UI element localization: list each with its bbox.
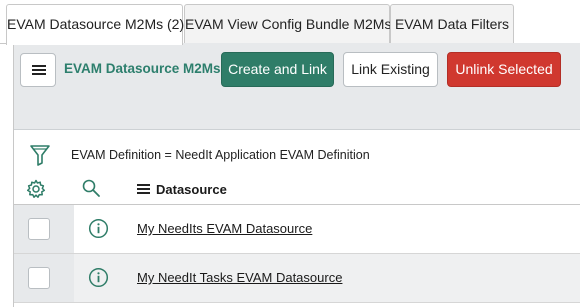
column-menu-icon[interactable] [137,184,151,196]
link-existing-button[interactable]: Link Existing [343,52,438,87]
search-icon[interactable] [81,178,101,198]
unlink-selected-button[interactable]: Unlink Selected [447,52,561,87]
datasource-link[interactable]: My NeedIts EVAM Datasource [137,221,312,236]
tab-evam-datasource-m2ms[interactable]: EVAM Datasource M2Ms (2) [6,4,184,45]
tab-evam-data-filters[interactable]: EVAM Data Filters [390,4,514,44]
hamburger-icon-bar [32,69,46,71]
list-title[interactable]: EVAM Datasource M2Ms [64,61,221,76]
row-select-cell [14,254,74,302]
related-list-panel: EVAM Datasource M2Ms Create and Link Lin… [13,43,580,307]
related-list-tabs: EVAM Datasource M2Ms (2) EVAM View Confi… [0,0,580,45]
row-checkbox[interactable] [28,267,50,289]
hamburger-icon-bar [32,73,46,75]
related-list-frame: EVAM Datasource M2Ms (2) EVAM View Confi… [0,0,580,307]
table-row: My NeedIt Tasks EVAM Datasource [14,254,580,303]
info-icon[interactable] [88,218,109,239]
table-row: My NeedIts EVAM Datasource [14,205,580,254]
list-menu-button[interactable] [20,53,56,87]
hamburger-icon [32,65,46,67]
row-select-cell [14,205,74,253]
datasource-link[interactable]: My NeedIt Tasks EVAM Datasource [137,270,342,285]
gear-icon[interactable] [26,179,46,199]
info-icon[interactable] [88,267,109,288]
create-and-link-button[interactable]: Create and Link [221,52,334,87]
row-checkbox[interactable] [28,218,50,240]
table-header-row: Datasource [14,175,580,205]
filter-breadcrumb: EVAM Definition = NeedIt Application EVA… [14,143,580,169]
filter-condition-text[interactable]: EVAM Definition = NeedIt Application EVA… [71,148,370,162]
list-toolbar: EVAM Datasource M2Ms Create and Link Lin… [14,43,580,130]
filter-icon[interactable] [29,143,51,167]
tab-evam-view-config-bundle-m2ms[interactable]: EVAM View Config Bundle M2Ms [184,4,391,44]
column-header-label: Datasource [156,182,227,197]
